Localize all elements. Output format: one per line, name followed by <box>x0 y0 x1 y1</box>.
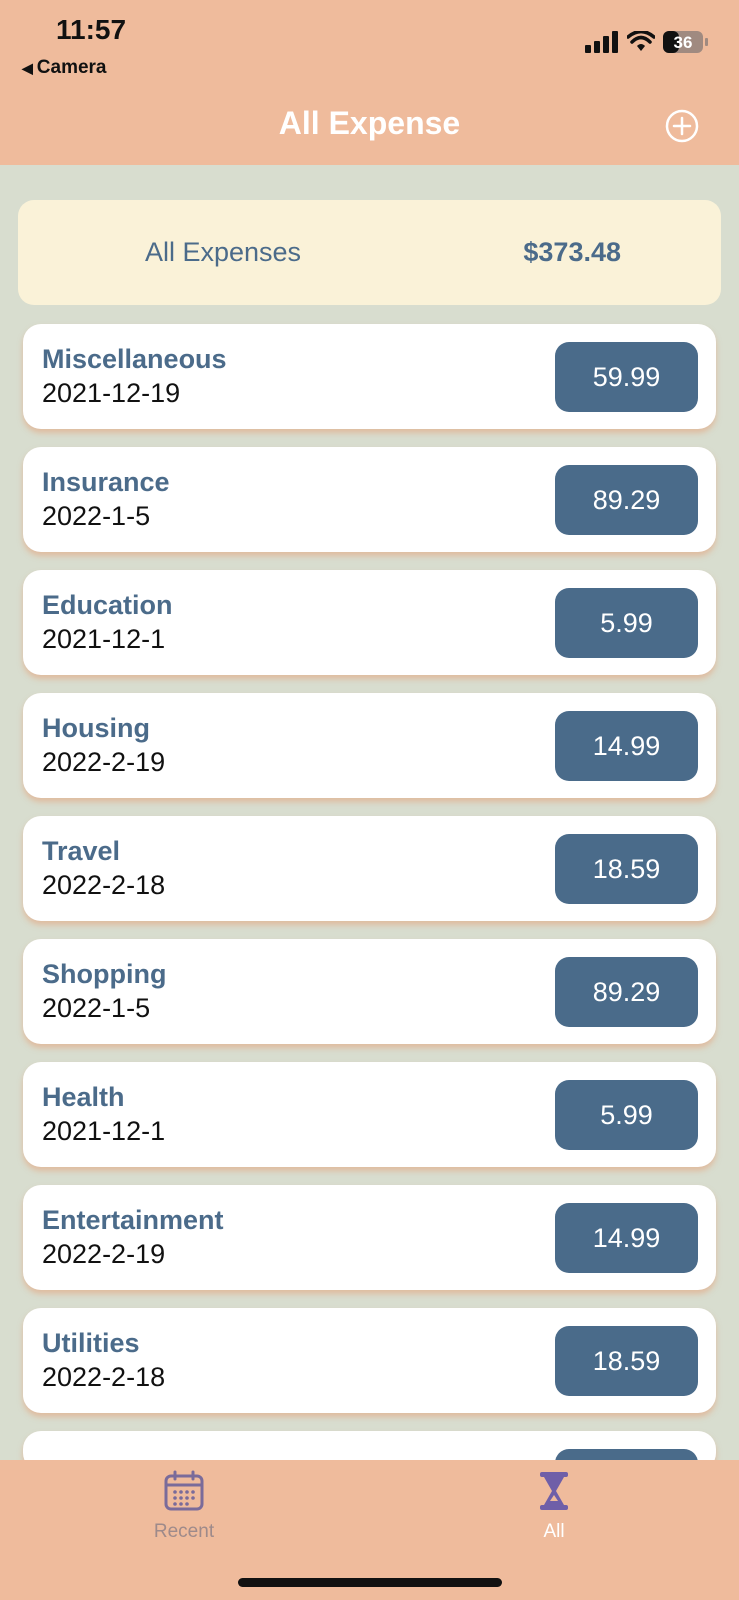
back-app-label: Camera <box>36 57 107 78</box>
expense-item[interactable]: Housing 2022-2-19 14.99 <box>23 693 716 798</box>
expense-amount-badge[interactable]: 5.99 <box>555 588 698 658</box>
expense-category: Entertainment <box>42 1205 224 1235</box>
page-title: All Expense <box>278 105 461 141</box>
summary-total: $373.48 <box>523 237 621 267</box>
expense-summary-card: All Expenses $373.48 <box>18 200 721 305</box>
expense-category: Shopping <box>42 959 167 989</box>
expense-item[interactable]: Utilities 2022-2-18 18.59 <box>23 1308 716 1413</box>
expense-item[interactable]: Insurance 2022-1-5 89.29 <box>23 447 716 552</box>
expense-item[interactable]: Miscellaneous 2021-12-19 59.99 <box>23 324 716 429</box>
expense-category: Travel <box>42 836 121 866</box>
tab-recent-label: Recent <box>153 1521 215 1542</box>
back-triangle-icon: ◀ <box>22 60 33 76</box>
signal-icon <box>585 31 618 53</box>
expense-amount-badge[interactable]: 5.99 <box>555 1080 698 1150</box>
expense-category: Insurance <box>42 467 170 497</box>
expense-date: 2022-2-19 <box>42 747 166 777</box>
expense-list: Miscellaneous 2021-12-19 59.99 Insurance… <box>23 324 716 1489</box>
wifi-icon <box>627 31 655 51</box>
tab-all[interactable]: All <box>494 1470 614 1543</box>
add-expense-button[interactable] <box>664 108 700 144</box>
expense-category: Utilities <box>42 1328 140 1358</box>
expense-category: Housing <box>42 713 150 743</box>
expense-item[interactable]: Education 2021-12-1 5.99 <box>23 570 716 675</box>
plus-circle-icon <box>665 109 699 143</box>
status-bar: 11:57 ◀ Camera 36 All Expense <box>0 0 739 165</box>
expense-category: Health <box>42 1082 125 1112</box>
expense-amount-badge[interactable]: 14.99 <box>555 1203 698 1273</box>
expense-date: 2022-1-5 <box>42 993 151 1023</box>
expense-amount-badge[interactable]: 18.59 <box>555 834 698 904</box>
expense-amount-badge[interactable]: 14.99 <box>555 711 698 781</box>
expense-category: Miscellaneous <box>42 344 227 374</box>
expense-date: 2022-2-19 <box>42 1239 166 1269</box>
expense-amount-badge[interactable]: 89.29 <box>555 957 698 1027</box>
expense-item[interactable]: Shopping 2022-1-5 89.29 <box>23 939 716 1044</box>
expense-amount-badge[interactable]: 18.59 <box>555 1326 698 1396</box>
status-time: 11:57 <box>56 14 127 45</box>
expense-category: Education <box>42 590 173 620</box>
expense-date: 2022-1-5 <box>42 501 151 531</box>
calendar-icon <box>164 1470 204 1511</box>
expense-date: 2022-2-18 <box>42 1362 166 1392</box>
expense-date: 2021-12-1 <box>42 624 166 654</box>
battery-level: 36 <box>674 33 693 52</box>
expense-amount-badge[interactable]: 59.99 <box>555 342 698 412</box>
expense-date: 2022-2-18 <box>42 870 166 900</box>
expense-date: 2021-12-1 <box>42 1116 166 1146</box>
home-indicator <box>238 1578 502 1587</box>
expense-amount-badge[interactable]: 89.29 <box>555 465 698 535</box>
tab-all-label: All <box>543 1521 565 1542</box>
status-icons: 36 <box>585 30 709 54</box>
summary-label: All Expenses <box>144 237 302 267</box>
expense-item[interactable]: Travel 2022-2-18 18.59 <box>23 816 716 921</box>
expense-item[interactable]: Health 2021-12-1 5.99 <box>23 1062 716 1167</box>
expense-item[interactable]: Entertainment 2022-2-19 14.99 <box>23 1185 716 1290</box>
back-to-app-link[interactable]: ◀ Camera <box>22 57 107 79</box>
tab-recent[interactable]: Recent <box>124 1470 244 1543</box>
hourglass-icon <box>540 1472 568 1510</box>
battery-icon: 36 <box>663 31 708 53</box>
expense-date: 2021-12-19 <box>42 378 181 408</box>
